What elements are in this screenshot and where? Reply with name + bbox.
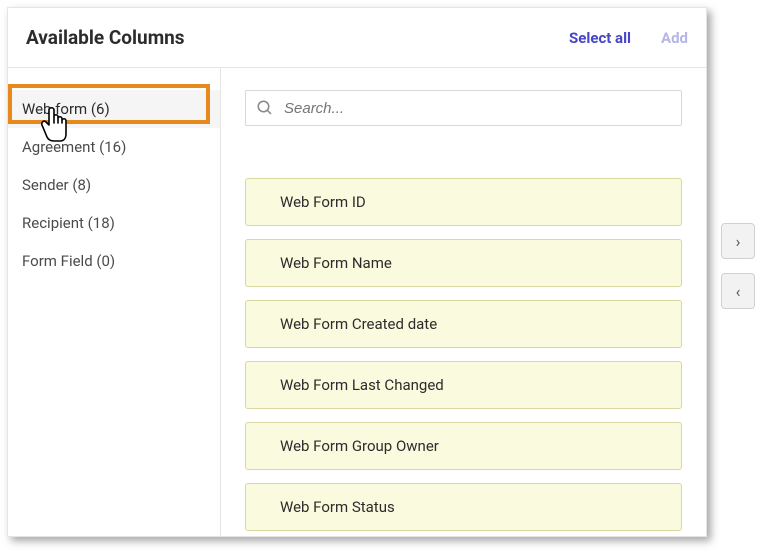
available-columns-panel: Available Columns Select all Add Web for… bbox=[7, 7, 707, 537]
column-item[interactable]: Web Form Name bbox=[245, 239, 682, 287]
category-recipient[interactable]: Recipient (18) bbox=[8, 204, 220, 242]
category-label: Web form (6) bbox=[22, 100, 110, 118]
category-agreement[interactable]: Agreement (16) bbox=[8, 128, 220, 166]
category-label: Form Field (0) bbox=[22, 252, 115, 270]
move-right-button[interactable]: › bbox=[721, 223, 755, 259]
search-input[interactable] bbox=[284, 100, 671, 117]
column-item[interactable]: Web Form ID bbox=[245, 178, 682, 226]
category-web-form[interactable]: Web form (6) bbox=[8, 90, 220, 128]
column-item[interactable]: Web Form Status bbox=[245, 483, 682, 531]
category-sender[interactable]: Sender (8) bbox=[8, 166, 220, 204]
category-label: Recipient (18) bbox=[22, 214, 115, 232]
select-all-link[interactable]: Select all bbox=[569, 29, 631, 47]
panel-body: Web form (6) Agreement (16) Sender (8) R… bbox=[8, 68, 706, 536]
category-form-field[interactable]: Form Field (0) bbox=[8, 242, 220, 280]
transfer-buttons: › ‹ bbox=[721, 223, 755, 309]
column-item[interactable]: Web Form Last Changed bbox=[245, 361, 682, 409]
category-label: Agreement (16) bbox=[22, 138, 126, 156]
panel-header: Available Columns Select all Add bbox=[8, 8, 706, 68]
column-list: Web Form ID Web Form Name Web Form Creat… bbox=[245, 178, 682, 531]
category-label: Sender (8) bbox=[22, 176, 91, 194]
column-item[interactable]: Web Form Group Owner bbox=[245, 422, 682, 470]
main-area: Web Form ID Web Form Name Web Form Creat… bbox=[221, 68, 706, 536]
add-link[interactable]: Add bbox=[661, 29, 688, 47]
column-item[interactable]: Web Form Created date bbox=[245, 300, 682, 348]
chevron-left-icon: ‹ bbox=[736, 282, 741, 301]
chevron-right-icon: › bbox=[736, 232, 741, 251]
search-icon bbox=[256, 99, 274, 117]
move-left-button[interactable]: ‹ bbox=[721, 273, 755, 309]
search-box[interactable] bbox=[245, 90, 682, 126]
category-sidebar: Web form (6) Agreement (16) Sender (8) R… bbox=[8, 68, 221, 536]
panel-title: Available Columns bbox=[26, 26, 539, 49]
